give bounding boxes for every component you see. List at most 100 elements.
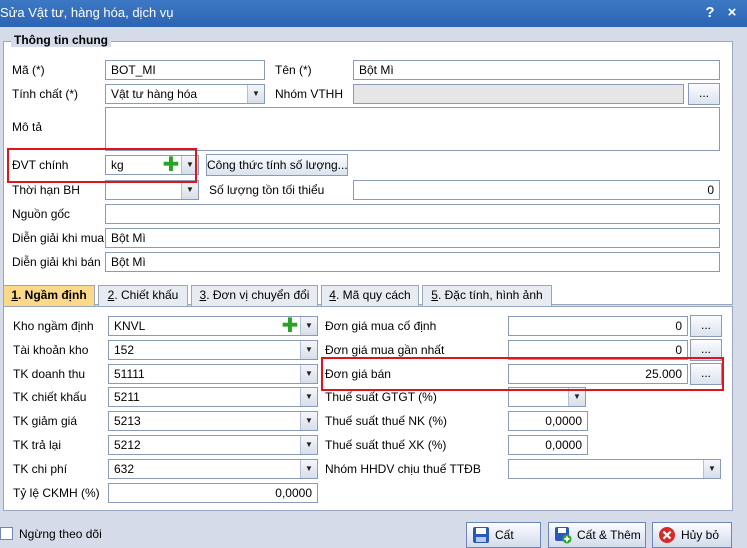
tab-defaults[interactable]: 1. Ngầm định bbox=[3, 285, 95, 307]
warranty-label: Thời hạn BH bbox=[12, 183, 80, 197]
fixed-purchase-price-label: Đơn giá mua cố định bbox=[325, 319, 437, 333]
name-label: Tên (*) bbox=[275, 63, 312, 77]
dialog-body: Thông tin chung Mã (*) BOT_MI Tên (*) Bộ… bbox=[0, 27, 747, 548]
revenue-account-value: 51111 bbox=[114, 367, 145, 381]
purchase-discount-rate-label: Tỷ lệ CKMH (%) bbox=[13, 486, 100, 500]
tab-defaults-label: . Ngầm định bbox=[18, 288, 87, 302]
fixed-purchase-price-input[interactable]: 0 bbox=[508, 316, 688, 336]
quantity-formula-button[interactable]: Công thức tính số lượng... bbox=[206, 154, 348, 176]
discount-account-select[interactable]: 5211 ▼ bbox=[108, 387, 318, 407]
expense-account-select[interactable]: 632 ▼ bbox=[108, 459, 318, 479]
special-tax-group-select[interactable]: ▼ bbox=[508, 459, 721, 479]
save-button[interactable]: Cất bbox=[466, 522, 541, 548]
tab-spec-code-label: . Mã quy cách bbox=[335, 288, 411, 302]
export-tax-label: Thuế suất thuế XK (%) bbox=[325, 438, 447, 452]
import-tax-input[interactable]: 0,0000 bbox=[508, 411, 588, 431]
chevron-down-icon[interactable]: ▼ bbox=[300, 436, 317, 454]
sale-desc-label: Diễn giải khi bán bbox=[12, 255, 101, 269]
help-button[interactable]: ? bbox=[700, 3, 720, 23]
min-stock-input[interactable]: 0 bbox=[353, 180, 720, 200]
min-stock-label: Số lượng tồn tối thiểu bbox=[209, 183, 325, 197]
title-bar: Sửa Vật tư, hàng hóa, dịch vụ ? × bbox=[0, 0, 747, 27]
save-add-icon bbox=[555, 527, 572, 544]
nature-label: Tính chất (*) bbox=[12, 87, 79, 101]
name-input[interactable]: Bột Mì bbox=[353, 60, 720, 80]
import-tax-label: Thuế suất thuế NK (%) bbox=[325, 414, 448, 428]
tab-features-images[interactable]: 5. Đặc tính, hình ảnh bbox=[422, 285, 552, 306]
nature-select-value: Vật tư hàng hóa bbox=[111, 87, 198, 101]
purchase-desc-input[interactable]: Bột Mì bbox=[105, 228, 720, 248]
fixed-purchase-price-button[interactable]: ... bbox=[690, 315, 722, 337]
reduction-account-select[interactable]: 5213 ▼ bbox=[108, 411, 318, 431]
default-warehouse-value: KNVL bbox=[114, 319, 146, 333]
special-tax-group-label: Nhóm HHDV chịu thuế TTĐB bbox=[325, 462, 481, 476]
group-label: Nhóm VTHH bbox=[275, 87, 344, 101]
save-button-label: Cất bbox=[495, 528, 514, 542]
chevron-down-icon[interactable]: ▼ bbox=[300, 341, 317, 359]
return-account-label: TK trả lại bbox=[13, 438, 62, 452]
stock-account-label: Tài khoản kho bbox=[13, 343, 89, 357]
chevron-down-icon[interactable]: ▼ bbox=[181, 181, 198, 199]
description-input[interactable] bbox=[105, 107, 720, 151]
origin-input[interactable] bbox=[105, 204, 720, 224]
export-tax-input[interactable]: 0,0000 bbox=[508, 435, 588, 455]
window-title: Sửa Vật tư, hàng hóa, dịch vụ bbox=[0, 5, 174, 20]
revenue-account-label: TK doanh thu bbox=[13, 367, 86, 381]
tab-features-images-label: . Đặc tính, hình ảnh bbox=[437, 288, 543, 302]
defaults-panel: Kho ngầm định KNVL ✚ ▼ Tài khoản kho 152… bbox=[3, 306, 733, 511]
purchase-desc-label: Diễn giải khi mua bbox=[12, 231, 105, 245]
chevron-down-icon[interactable]: ▼ bbox=[300, 365, 317, 383]
stop-tracking-checkbox[interactable] bbox=[0, 527, 13, 540]
tab-spec-code-num: 4 bbox=[329, 288, 336, 302]
tab-features-images-num: 5 bbox=[431, 288, 438, 302]
floppy-disk-icon bbox=[473, 527, 489, 543]
chevron-down-icon[interactable]: ▼ bbox=[300, 412, 317, 430]
tab-defaults-num: 1 bbox=[11, 288, 18, 302]
unit-highlight-box bbox=[7, 148, 197, 183]
save-and-new-button-label: Cất & Thêm bbox=[577, 528, 641, 542]
expense-account-value: 632 bbox=[114, 462, 135, 476]
discount-account-value: 5211 bbox=[114, 390, 140, 404]
return-account-value: 5212 bbox=[114, 438, 141, 452]
general-info-title: Thông tin chung bbox=[11, 33, 111, 47]
tab-unit-conversion-label: . Đơn vị chuyển đổi bbox=[206, 288, 310, 302]
discount-account-label: TK chiết khấu bbox=[13, 390, 87, 404]
cancel-icon bbox=[659, 527, 675, 543]
purchase-discount-rate-input[interactable]: 0,0000 bbox=[108, 483, 318, 503]
stop-tracking-label: Ngừng theo dõi bbox=[19, 527, 102, 541]
chevron-down-icon[interactable]: ▼ bbox=[300, 388, 317, 406]
default-warehouse-label: Kho ngầm định bbox=[13, 319, 94, 333]
sale-price-highlight-box bbox=[321, 357, 724, 391]
code-input[interactable]: BOT_MI bbox=[105, 60, 265, 80]
tab-discount-label: . Chiết khấu bbox=[114, 288, 179, 302]
origin-label: Nguồn gốc bbox=[12, 207, 71, 221]
plus-icon[interactable]: ✚ bbox=[281, 317, 299, 335]
reduction-account-label: TK giảm giá bbox=[13, 414, 78, 428]
cancel-button[interactable]: Hủy bỏ bbox=[652, 522, 732, 548]
chevron-down-icon[interactable]: ▼ bbox=[247, 85, 264, 103]
expense-account-label: TK chi phí bbox=[13, 462, 68, 476]
chevron-down-icon[interactable]: ▼ bbox=[300, 317, 317, 335]
tab-discount[interactable]: 2. Chiết khấu bbox=[98, 285, 188, 306]
stock-account-select[interactable]: 152 ▼ bbox=[108, 340, 318, 360]
save-and-new-button[interactable]: Cất & Thêm bbox=[548, 522, 646, 548]
return-account-select[interactable]: 5212 ▼ bbox=[108, 435, 318, 455]
group-input bbox=[353, 84, 684, 104]
cancel-button-label: Hủy bỏ bbox=[681, 528, 720, 542]
chevron-down-icon[interactable]: ▼ bbox=[703, 460, 720, 478]
reduction-account-value: 5213 bbox=[114, 414, 141, 428]
tab-strip: 1. Ngầm định 2. Chiết khấu 3. Đơn vị chu… bbox=[3, 285, 743, 307]
tab-unit-conversion[interactable]: 3. Đơn vị chuyển đổi bbox=[191, 285, 318, 306]
stock-account-value: 152 bbox=[114, 343, 135, 357]
sale-desc-input[interactable]: Bột Mì bbox=[105, 252, 720, 272]
group-browse-button[interactable]: ... bbox=[688, 83, 720, 105]
close-button[interactable]: × bbox=[722, 3, 742, 23]
nature-select[interactable]: Vật tư hàng hóa ▼ bbox=[105, 84, 265, 104]
code-label: Mã (*) bbox=[12, 63, 45, 77]
revenue-account-select[interactable]: 51111 ▼ bbox=[108, 364, 318, 384]
warranty-select[interactable]: ▼ bbox=[105, 180, 199, 200]
default-warehouse-select[interactable]: KNVL ✚ ▼ bbox=[108, 316, 318, 336]
tab-spec-code[interactable]: 4. Mã quy cách bbox=[321, 285, 419, 306]
chevron-down-icon[interactable]: ▼ bbox=[300, 460, 317, 478]
description-label: Mô tả bbox=[12, 120, 43, 134]
